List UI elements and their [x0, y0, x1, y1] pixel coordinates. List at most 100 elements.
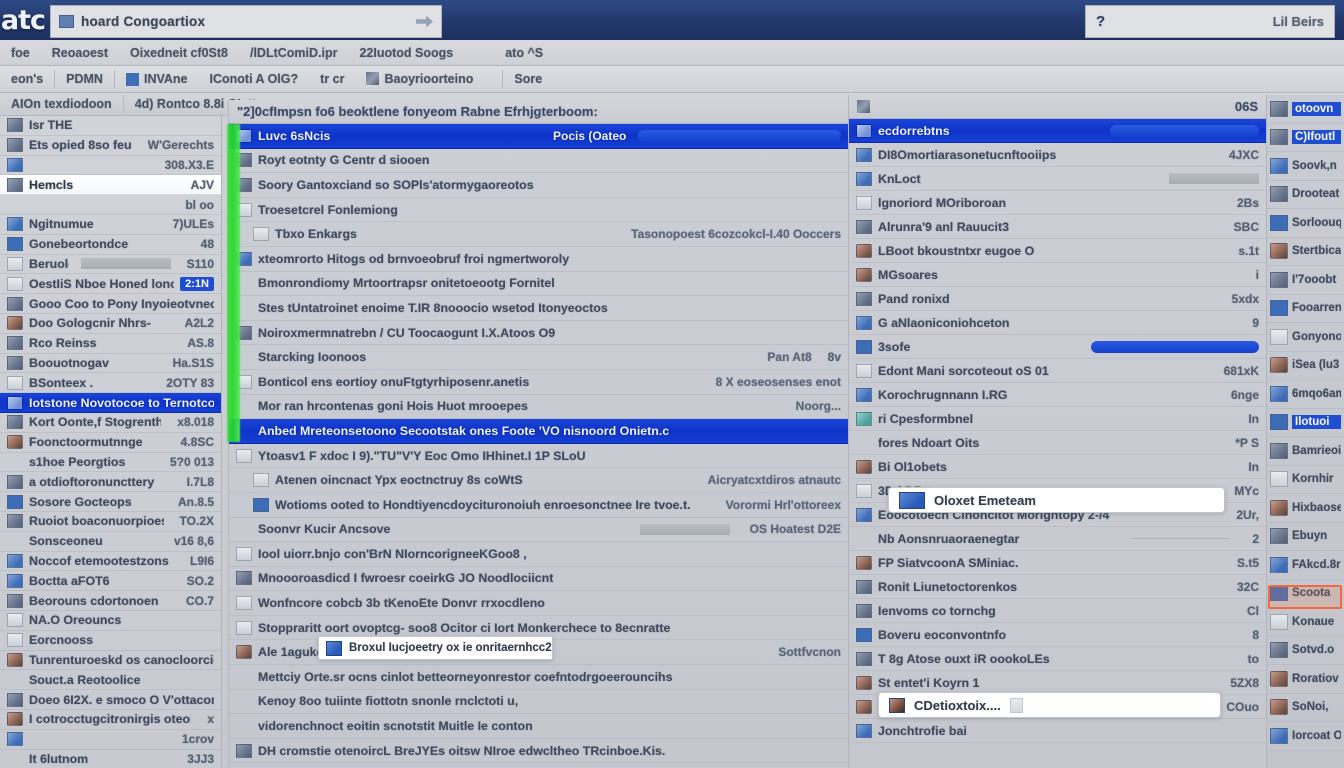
- sidebar-item[interactable]: Eorcnooss: [0, 631, 221, 651]
- sidebar-item[interactable]: Kort Oonte,f Stogrenthors x8.018: [0, 413, 221, 433]
- menu-item-0[interactable]: foe: [0, 46, 41, 60]
- right-list-row[interactable]: ri Cpesformbnel In: [849, 407, 1266, 431]
- right-list-row[interactable]: Ienvoms co tornchg Cl: [849, 599, 1266, 623]
- right-list-row[interactable]: Nb Aonsnruaoraenegtar 2: [849, 527, 1266, 551]
- sidebar-item[interactable]: OestIiS Nboe Honed lonoct 2:1N: [0, 274, 221, 295]
- center-list-row[interactable]: xteomrorto Hitogs od brnvoeobruf froi ng…: [229, 247, 848, 272]
- sidebar-item[interactable]: Hemcls AJV: [0, 175, 221, 196]
- menu-item-5[interactable]: ato ^S: [494, 46, 554, 60]
- center-list-row[interactable]: Mnoooroasdicd I fwroesr coeirkG JO Noodl…: [229, 567, 848, 592]
- center-list-row[interactable]: vidorenchnoct eoitin scnotstit Muitle Ie…: [229, 714, 848, 739]
- center-list-row[interactable]: Mettciy Orte.sr ocns cinlot betteorneyon…: [229, 665, 848, 690]
- menu-item-3[interactable]: /lDLtComiD.ipr: [239, 46, 349, 60]
- far-right-item[interactable]: Konaue: [1267, 608, 1344, 637]
- far-right-item[interactable]: Sorloouq: [1267, 209, 1344, 238]
- far-right-item[interactable]: otoovn: [1267, 95, 1344, 124]
- sidebar-item[interactable]: Sonsceoneu v16 8,6: [0, 532, 221, 552]
- far-right-item[interactable]: C)Ifoutl: [1267, 124, 1344, 152]
- center-list-row[interactable]: Iool uiorr.bnjo con'BrN NIorncorigneeKGo…: [229, 542, 848, 567]
- sidebar-item[interactable]: 308.X3.E: [0, 156, 221, 176]
- far-right-item[interactable]: Drooteat: [1267, 181, 1344, 209]
- far-right-item[interactable]: Ilotuoi: [1267, 409, 1344, 437]
- far-right-item[interactable]: Sotvd.o: [1267, 637, 1344, 665]
- right-list-row[interactable]: LBoot bkoustntxr eugoe O s.1t: [849, 239, 1266, 263]
- comment-input-label[interactable]: CDetioxtoiх....: [914, 698, 1001, 713]
- sidebar-item[interactable]: I cotrocctugcitronirgis oteobt. x: [0, 710, 221, 730]
- far-right-item[interactable]: Iorcoat Oancobe: [1267, 722, 1344, 751]
- sidebar-item[interactable]: Foonctoormutnnge 4.8SC: [0, 433, 221, 453]
- sidebar-item[interactable]: Iotstone Novotocoe to Ternotcoru: [0, 393, 221, 413]
- comment-input-overlay[interactable]: CDetioxtoiх....: [878, 692, 1221, 718]
- right-list-row[interactable]: Boveru eoconvontnfo 8: [849, 623, 1266, 647]
- search-dropdown-overlay[interactable]: Oloxet Emeteam: [888, 487, 1225, 513]
- center-list-row[interactable]: Wotioms ooted to Hondtiyencdoycituronoiu…: [229, 493, 848, 518]
- titlebar-right-group[interactable]: ? Lil Beirs: [1085, 5, 1335, 38]
- far-right-item[interactable]: Ebuyn: [1267, 523, 1344, 551]
- center-list-row[interactable]: Soonvr Kucir Ancsove OS Hoatest D2E: [229, 518, 848, 543]
- toolbar-item-1[interactable]: PDMN: [54, 70, 114, 88]
- sidebar-item[interactable]: Souct.a Reotoolice: [0, 670, 221, 691]
- sidebar-item[interactable]: Tunrenturoeskd os canocloorciosned.: [0, 651, 221, 671]
- sidebar-item[interactable]: Rco Reinss AS.8: [0, 334, 221, 354]
- center-list-row[interactable]: Kenoy 8oo tuiinte fiottotn snonle rnclct…: [229, 690, 848, 715]
- sidebar-item[interactable]: BSonteex . 2OTY 83: [0, 373, 221, 394]
- right-list-row[interactable]: Edont Mani sorcoteout oS 01 681xK: [849, 359, 1266, 383]
- far-right-item[interactable]: Kornhir: [1267, 466, 1344, 494]
- sidebar-item[interactable]: Gonebeortondce 48: [0, 235, 221, 255]
- far-right-item[interactable]: SoNoi,: [1267, 694, 1344, 722]
- center-list-row[interactable]: Luvc 6sNcis Pocis (Oateo: [229, 124, 848, 149]
- right-list-row[interactable]: ecdorrebtns: [849, 119, 1266, 143]
- sidebar-item[interactable]: Beorouns cdortonoen CO.7: [0, 591, 221, 611]
- center-list-row[interactable]: Noiroxmermnatrebn / CU Toocaogunt I.X.At…: [229, 321, 848, 346]
- center-list-row[interactable]: Starcking Ioonoos Pan At8 8v: [229, 345, 848, 370]
- center-list-row[interactable]: DH cromstie otenoircL BreJYEs oitsw NIro…: [229, 739, 848, 764]
- sidebar-item[interactable]: bl oo: [0, 195, 221, 215]
- sidebar-item[interactable]: Sosore Gocteops An.8.5: [0, 492, 221, 512]
- toolbar-item-2[interactable]: INVAne: [113, 70, 199, 88]
- center-list-row[interactable]: Mor ran hrcontenas goni Hois Huot mrooep…: [229, 395, 848, 420]
- toolbar-item-0[interactable]: eon's: [0, 72, 54, 86]
- sidebar-item[interactable]: NA.O Oreouncs: [0, 611, 221, 631]
- sidebar-item[interactable]: Doeo 6I2X. e smoco O V'ottacon,: [0, 690, 221, 710]
- right-list-row[interactable]: FP SiatvcoonA SMiniac. S.t5: [849, 551, 1266, 575]
- sidebar-item[interactable]: Noccof etemootestzons L9I6: [0, 552, 221, 572]
- center-list-row[interactable]: Bmonrondiomy Mrtoortrapsr onitetoeootg F…: [229, 272, 848, 297]
- sidebar-item[interactable]: Boctta aFOT6 SO.2: [0, 571, 221, 592]
- menu-item-2[interactable]: Oixedneit cf0St8: [119, 46, 239, 60]
- breadcrumb-item-0[interactable]: AIOn texdiodoon: [0, 97, 123, 111]
- menu-item-4[interactable]: 22Iuotod Soogs: [348, 46, 464, 60]
- right-list-row[interactable]: G aNlaoniconiohceton 9: [849, 311, 1266, 335]
- toolbar-item-3[interactable]: IConoti A OlG?: [199, 72, 310, 86]
- sidebar-item[interactable]: Isr THE: [0, 116, 221, 136]
- mini-tooltip-overlay[interactable]: Broxul Iucjoeetry ox ie onritaernhcc2 3: [318, 636, 553, 660]
- sidebar-item[interactable]: Ets opied 8so feuhrezor W'Gerechts: [0, 136, 221, 156]
- right-list-row[interactable]: Bi Ol1obets In: [849, 455, 1266, 479]
- sidebar-item[interactable]: 1crov: [0, 730, 221, 750]
- sidebar-item[interactable]: It 6lutnom 3JJ3: [0, 750, 221, 768]
- sidebar-item[interactable]: Ruoiot boaconuorpioes TO.2X: [0, 512, 221, 532]
- help-question-icon[interactable]: ?: [1096, 13, 1105, 30]
- right-list-row[interactable]: MGsoares i: [849, 263, 1266, 287]
- center-list-row[interactable]: Stes tUntatroinet enoime T.IR 8nooocio w…: [229, 296, 848, 321]
- right-list-row[interactable]: Alrunra'9 anl Rauucit3 SBC: [849, 215, 1266, 239]
- sidebar-item[interactable]: Boouotnogav Ha.S1S: [0, 354, 221, 374]
- center-list-row[interactable]: Ytoasv1 F xdoc I 9)."TU"V'Y Eoc Omo IHhi…: [229, 444, 848, 469]
- sidebar-item[interactable]: a otdioftoronuncttery I.7L8: [0, 472, 221, 493]
- center-list-row[interactable]: Anbed Mreteonsetoono Secootstak ones Foo…: [229, 419, 848, 444]
- far-right-item[interactable]: 6mqo6a­moxsont: [1267, 380, 1344, 409]
- right-list-row[interactable]: fores Ndoart Oits *P S: [849, 431, 1266, 455]
- toolbar-item-5[interactable]: Baoyrioorteino: [355, 72, 484, 86]
- far-right-item[interactable]: Hixbaoses: [1267, 494, 1344, 523]
- sidebar-item[interactable]: Doo Gologcnir Nhrs- A2L2: [0, 314, 221, 334]
- sidebar-item[interactable]: s1hoe Peorgtios 5?0 013: [0, 453, 221, 473]
- center-list-row[interactable]: Royt eotnty G Centr d siooen: [229, 149, 848, 174]
- sidebar-item[interactable]: Beruolonciconl S110: [0, 255, 221, 275]
- sidebar-item[interactable]: Gooo Coo to Pony Inyoieotvneoiyu\nC: [0, 294, 221, 314]
- right-list-row[interactable]: DI8Omortiarasonetucnftooiips 4JXC: [849, 143, 1266, 167]
- center-list-row[interactable]: Troesetcrel Fonlemiong: [229, 198, 848, 223]
- center-list-row[interactable]: Soory Gantoxciand so SOPls'atormygaoreot…: [229, 173, 848, 198]
- right-list-row[interactable]: Jonchtrofie bai: [849, 719, 1266, 743]
- far-right-item[interactable]: Soovk,n: [1267, 152, 1344, 181]
- right-list-row[interactable]: 3sofe: [849, 335, 1266, 359]
- far-right-item[interactable]: FAkcd.8r: [1267, 551, 1344, 580]
